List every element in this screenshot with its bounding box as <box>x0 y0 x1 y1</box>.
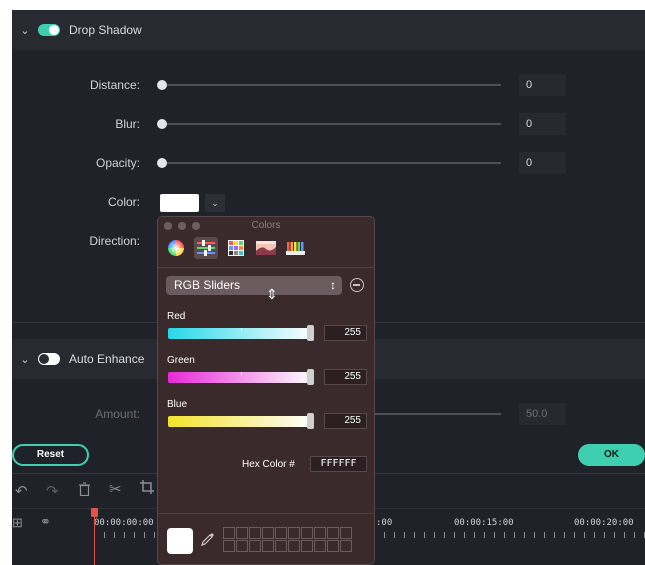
trash-icon[interactable] <box>78 482 91 500</box>
eyedropper-icon[interactable] <box>201 532 215 549</box>
opacity-label: Opacity: <box>95 156 140 170</box>
options-minus-icon[interactable] <box>350 278 364 292</box>
scissors-icon[interactable]: ✂ <box>109 480 122 498</box>
hex-color-input[interactable]: FFFFFF <box>310 456 367 472</box>
time-label: 00:00:15:00 <box>454 518 514 528</box>
color-dropdown-chevron-icon[interactable]: ⌄ <box>205 194 225 212</box>
color-palettes-icon[interactable] <box>224 237 248 259</box>
pencils-icon[interactable] <box>284 237 308 259</box>
playhead[interactable] <box>94 510 95 565</box>
reset-button[interactable]: Reset <box>12 444 89 466</box>
color-mode-value: RGB Sliders <box>174 278 241 292</box>
distance-value[interactable]: 0 <box>519 74 566 96</box>
red-slider-thumb[interactable] <box>307 325 314 341</box>
blur-slider-knob[interactable] <box>157 119 167 129</box>
direction-label: Direction: <box>89 234 140 248</box>
blur-slider[interactable] <box>160 123 501 125</box>
image-palettes-icon[interactable] <box>254 237 278 259</box>
updown-chevron-icon: ↕ <box>330 278 336 292</box>
blue-label: Blue <box>167 399 188 410</box>
text-cursor-icon: ⇕ <box>266 286 278 302</box>
drop-shadow-header[interactable]: ⌄ Drop Shadow <box>12 10 645 50</box>
color-wheel-icon[interactable] <box>164 237 188 259</box>
ok-button[interactable]: OK <box>578 444 645 466</box>
green-label: Green <box>167 355 195 366</box>
playhead-handle[interactable] <box>91 508 98 517</box>
current-color-swatch[interactable] <box>167 528 193 554</box>
add-track-icon[interactable]: ⊞ <box>12 515 23 531</box>
distance-label: Distance: <box>89 78 140 92</box>
opacity-slider[interactable] <box>160 162 501 164</box>
amount-label: Amount: <box>95 407 140 421</box>
drop-shadow-toggle[interactable] <box>38 24 60 36</box>
color-sliders-icon[interactable] <box>194 237 218 259</box>
red-value[interactable]: 255 <box>324 325 367 341</box>
time-label: 00:00:00:00 <box>94 518 154 528</box>
undo-icon[interactable]: ↶ <box>15 482 28 500</box>
link-icon[interactable]: ⚭ <box>40 514 51 530</box>
crop-icon[interactable] <box>140 480 154 498</box>
blue-value[interactable]: 255 <box>324 413 367 429</box>
slider-midpoint-mark <box>241 416 242 419</box>
opacity-slider-knob[interactable] <box>157 158 167 168</box>
blur-value[interactable]: 0 <box>519 113 566 135</box>
drop-shadow-title: Drop Shadow <box>69 23 142 37</box>
hex-color-label: Hex Color # <box>242 459 295 470</box>
distance-slider[interactable] <box>160 84 501 86</box>
footer-separator <box>158 513 374 514</box>
toolbar-separator <box>158 267 374 268</box>
amount-value[interactable]: 50.0 <box>519 403 566 425</box>
saved-swatches-grid[interactable] <box>223 527 352 552</box>
colors-panel: Colors RGB Sliders ↕ ⇕ Red 255 Green 255… <box>157 216 375 565</box>
slider-midpoint-mark <box>241 372 242 375</box>
colors-titlebar[interactable]: Colors <box>158 217 374 236</box>
auto-enhance-toggle[interactable] <box>38 353 60 365</box>
colors-toolbar <box>164 237 308 261</box>
blur-label: Blur: <box>115 117 140 131</box>
time-label: 00:00:20:00 <box>574 518 634 528</box>
distance-slider-knob[interactable] <box>157 80 167 90</box>
slider-midpoint-mark <box>241 328 242 331</box>
auto-enhance-title: Auto Enhance <box>69 352 145 366</box>
opacity-value[interactable]: 0 <box>519 152 566 174</box>
color-mode-select[interactable]: RGB Sliders ↕ <box>166 276 342 295</box>
amount-slider[interactable] <box>372 413 501 415</box>
red-label: Red <box>167 311 186 322</box>
colors-title: Colors <box>251 220 281 231</box>
time-label: :00 <box>376 518 393 528</box>
chevron-down-icon[interactable]: ⌄ <box>20 353 30 366</box>
green-value[interactable]: 255 <box>324 369 367 385</box>
redo-icon[interactable]: ↷ <box>46 482 59 500</box>
color-swatch[interactable] <box>160 194 199 212</box>
green-slider-thumb[interactable] <box>307 369 314 385</box>
blue-slider-thumb[interactable] <box>307 413 314 429</box>
chevron-down-icon[interactable]: ⌄ <box>20 24 30 37</box>
color-label: Color: <box>107 195 140 209</box>
